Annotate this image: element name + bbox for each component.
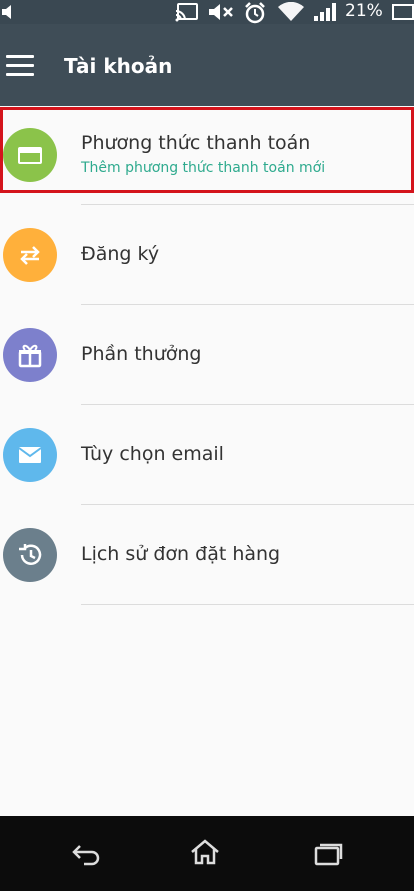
hamburger-menu-icon[interactable] bbox=[6, 55, 34, 77]
app-toolbar: Tài khoản bbox=[0, 24, 414, 106]
divider bbox=[81, 304, 414, 305]
menu-item-label: Tùy chọn email bbox=[81, 443, 224, 465]
mute-icon bbox=[209, 4, 233, 20]
account-menu-list: Phương thức thanh toán Thêm phương thức … bbox=[0, 106, 414, 816]
recent-apps-icon[interactable] bbox=[312, 842, 344, 866]
email-icon-circle bbox=[3, 428, 57, 482]
alarm-icon bbox=[245, 2, 265, 24]
page-title: Tài khoản bbox=[64, 54, 173, 78]
battery-percentage: 21% bbox=[345, 1, 383, 21]
divider bbox=[81, 504, 414, 505]
home-icon[interactable] bbox=[190, 838, 220, 866]
rewards-icon-circle bbox=[3, 328, 57, 382]
history-icon-circle bbox=[3, 528, 57, 582]
divider bbox=[81, 604, 414, 605]
menu-item-label: Phần thưởng bbox=[81, 343, 202, 365]
battery-icon bbox=[392, 4, 414, 20]
cast-icon bbox=[175, 3, 198, 22]
notification-icon bbox=[2, 5, 11, 19]
repeat-icon bbox=[20, 246, 40, 265]
subscription-icon-circle bbox=[3, 228, 57, 282]
gift-icon bbox=[18, 344, 42, 368]
menu-item-email-preferences[interactable]: Tùy chọn email bbox=[0, 406, 414, 506]
system-navigation-bar bbox=[0, 816, 414, 891]
status-bar: 21% bbox=[0, 0, 414, 24]
signal-icon bbox=[314, 3, 336, 21]
highlight-frame bbox=[0, 107, 414, 193]
menu-item-rewards[interactable]: Phần thưởng bbox=[0, 306, 414, 406]
divider bbox=[81, 204, 414, 205]
menu-item-subscriptions[interactable]: Đăng ký bbox=[0, 206, 414, 306]
menu-item-label: Đăng ký bbox=[81, 243, 160, 265]
menu-item-order-history[interactable]: Lịch sử đơn đặt hàng bbox=[0, 506, 414, 606]
wifi-icon bbox=[278, 2, 304, 21]
back-icon[interactable] bbox=[70, 842, 102, 866]
history-icon bbox=[19, 544, 42, 565]
email-icon bbox=[18, 447, 42, 463]
menu-item-label: Lịch sử đơn đặt hàng bbox=[81, 543, 281, 565]
divider bbox=[81, 404, 414, 405]
